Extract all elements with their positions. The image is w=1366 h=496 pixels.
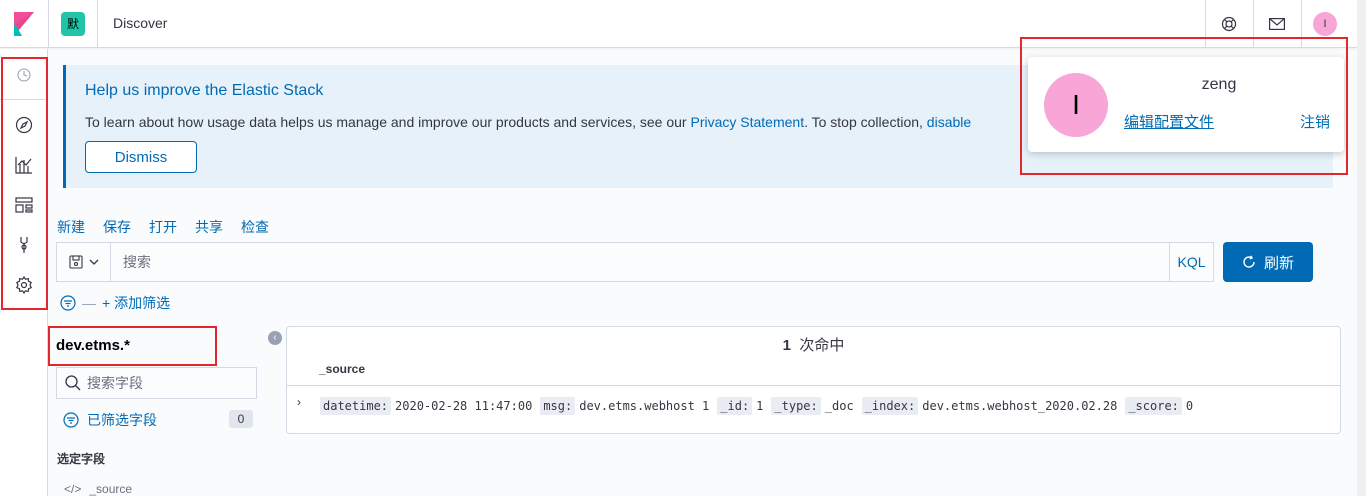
filter-separator: — (82, 295, 96, 311)
query-search-input[interactable] (111, 243, 1169, 281)
doc-field-value: _doc (824, 399, 854, 413)
callout-title: Help us improve the Elastic Stack (85, 82, 324, 99)
user-avatar[interactable]: I (1313, 12, 1337, 36)
divider (287, 385, 1340, 386)
doc-field-key: _id: (717, 397, 753, 415)
column-header-source[interactable]: _source (319, 362, 365, 376)
results-panel: 1 次命中 _source › datetime: 2020-02-28 11:4… (286, 326, 1341, 434)
divider (97, 0, 98, 48)
menu-inspect[interactable]: 检查 (241, 217, 269, 237)
refresh-label: 刷新 (1263, 254, 1294, 272)
privacy-statement-link[interactable]: Privacy Statement (690, 114, 804, 130)
callout-body: To learn about how usage data helps us m… (85, 114, 1025, 130)
dismiss-button[interactable]: Dismiss (85, 141, 197, 173)
filtered-count-badge: 0 (229, 410, 253, 428)
selected-fields-title: 选定字段 (57, 452, 106, 466)
field-search-input[interactable] (87, 375, 247, 391)
mail-icon[interactable] (1265, 12, 1289, 36)
highlight-box-popover (1020, 37, 1348, 175)
collapse-sidebar-icon[interactable]: ‹ (268, 331, 282, 345)
doc-field-value: 2020-02-28 11:47:00 (395, 399, 533, 413)
refresh-icon (1243, 255, 1255, 268)
source-field-label: _source (89, 482, 133, 496)
query-bar: KQL (56, 242, 1214, 282)
filter-bar: — + 添加筛选 (60, 293, 170, 313)
menu-share[interactable]: 共享 (195, 217, 223, 237)
chevron-down-icon (89, 259, 98, 265)
field-search (56, 367, 257, 399)
filtered-fields-toggle[interactable]: 已筛选字段 (63, 410, 157, 430)
page-scrollbar[interactable] (1357, 0, 1366, 496)
kql-language-toggle[interactable]: KQL (1169, 243, 1213, 281)
hit-count: 1 次命中 (287, 334, 1340, 355)
disable-link[interactable]: disable (927, 114, 971, 130)
expand-row-chevron-icon[interactable]: › (297, 395, 301, 409)
highlight-box-nav (1, 57, 48, 310)
space-avatar[interactable]: 默 (61, 12, 85, 36)
breadcrumb: Discover (113, 15, 168, 31)
doc-field-key: msg: (540, 397, 576, 415)
kibana-logo-icon[interactable] (14, 12, 34, 36)
doc-field-key: _score: (1125, 397, 1182, 415)
filtered-fields-label: 已筛选字段 (87, 412, 157, 428)
search-icon (65, 375, 81, 391)
doc-field-key: _index: (861, 397, 919, 415)
doc-field-key: _type: (771, 397, 821, 415)
hit-count-number: 1 (782, 337, 791, 354)
doc-field-value: 1 (756, 399, 764, 413)
code-icon: </> (64, 482, 82, 496)
doc-field-value: 0 (1185, 399, 1194, 413)
menu-new[interactable]: 新建 (57, 217, 85, 237)
doc-field-value: dev.etms.webhost_2020.02.28 (922, 399, 1118, 413)
help-lifebuoy-icon[interactable] (1217, 12, 1241, 36)
refresh-button[interactable]: 刷新 (1223, 242, 1313, 282)
doc-field-key: datetime: (320, 397, 392, 415)
top-nav-menu: 新建 保存 打开 共享 检查 (57, 217, 269, 237)
save-disk-icon (68, 255, 83, 269)
callout-text: To learn about how usage data helps us m… (85, 114, 691, 130)
filter-icon[interactable] (60, 295, 76, 311)
callout-text: . To stop collection, (804, 114, 927, 130)
document-row: datetime: 2020-02-28 11:47:00 msg: dev.etm… (320, 397, 1197, 415)
filter-icon (63, 412, 79, 428)
doc-field-value: dev.etms.webhost 1 (579, 399, 710, 413)
hit-count-suffix: 次命中 (799, 337, 845, 354)
highlight-box-index (48, 326, 217, 366)
divider (48, 0, 49, 48)
menu-save[interactable]: 保存 (103, 217, 131, 237)
saved-query-button[interactable] (57, 243, 111, 281)
menu-open[interactable]: 打开 (149, 217, 177, 237)
add-filter-link[interactable]: + 添加筛选 (102, 293, 170, 313)
source-field-item[interactable]: </> _source (64, 482, 132, 496)
